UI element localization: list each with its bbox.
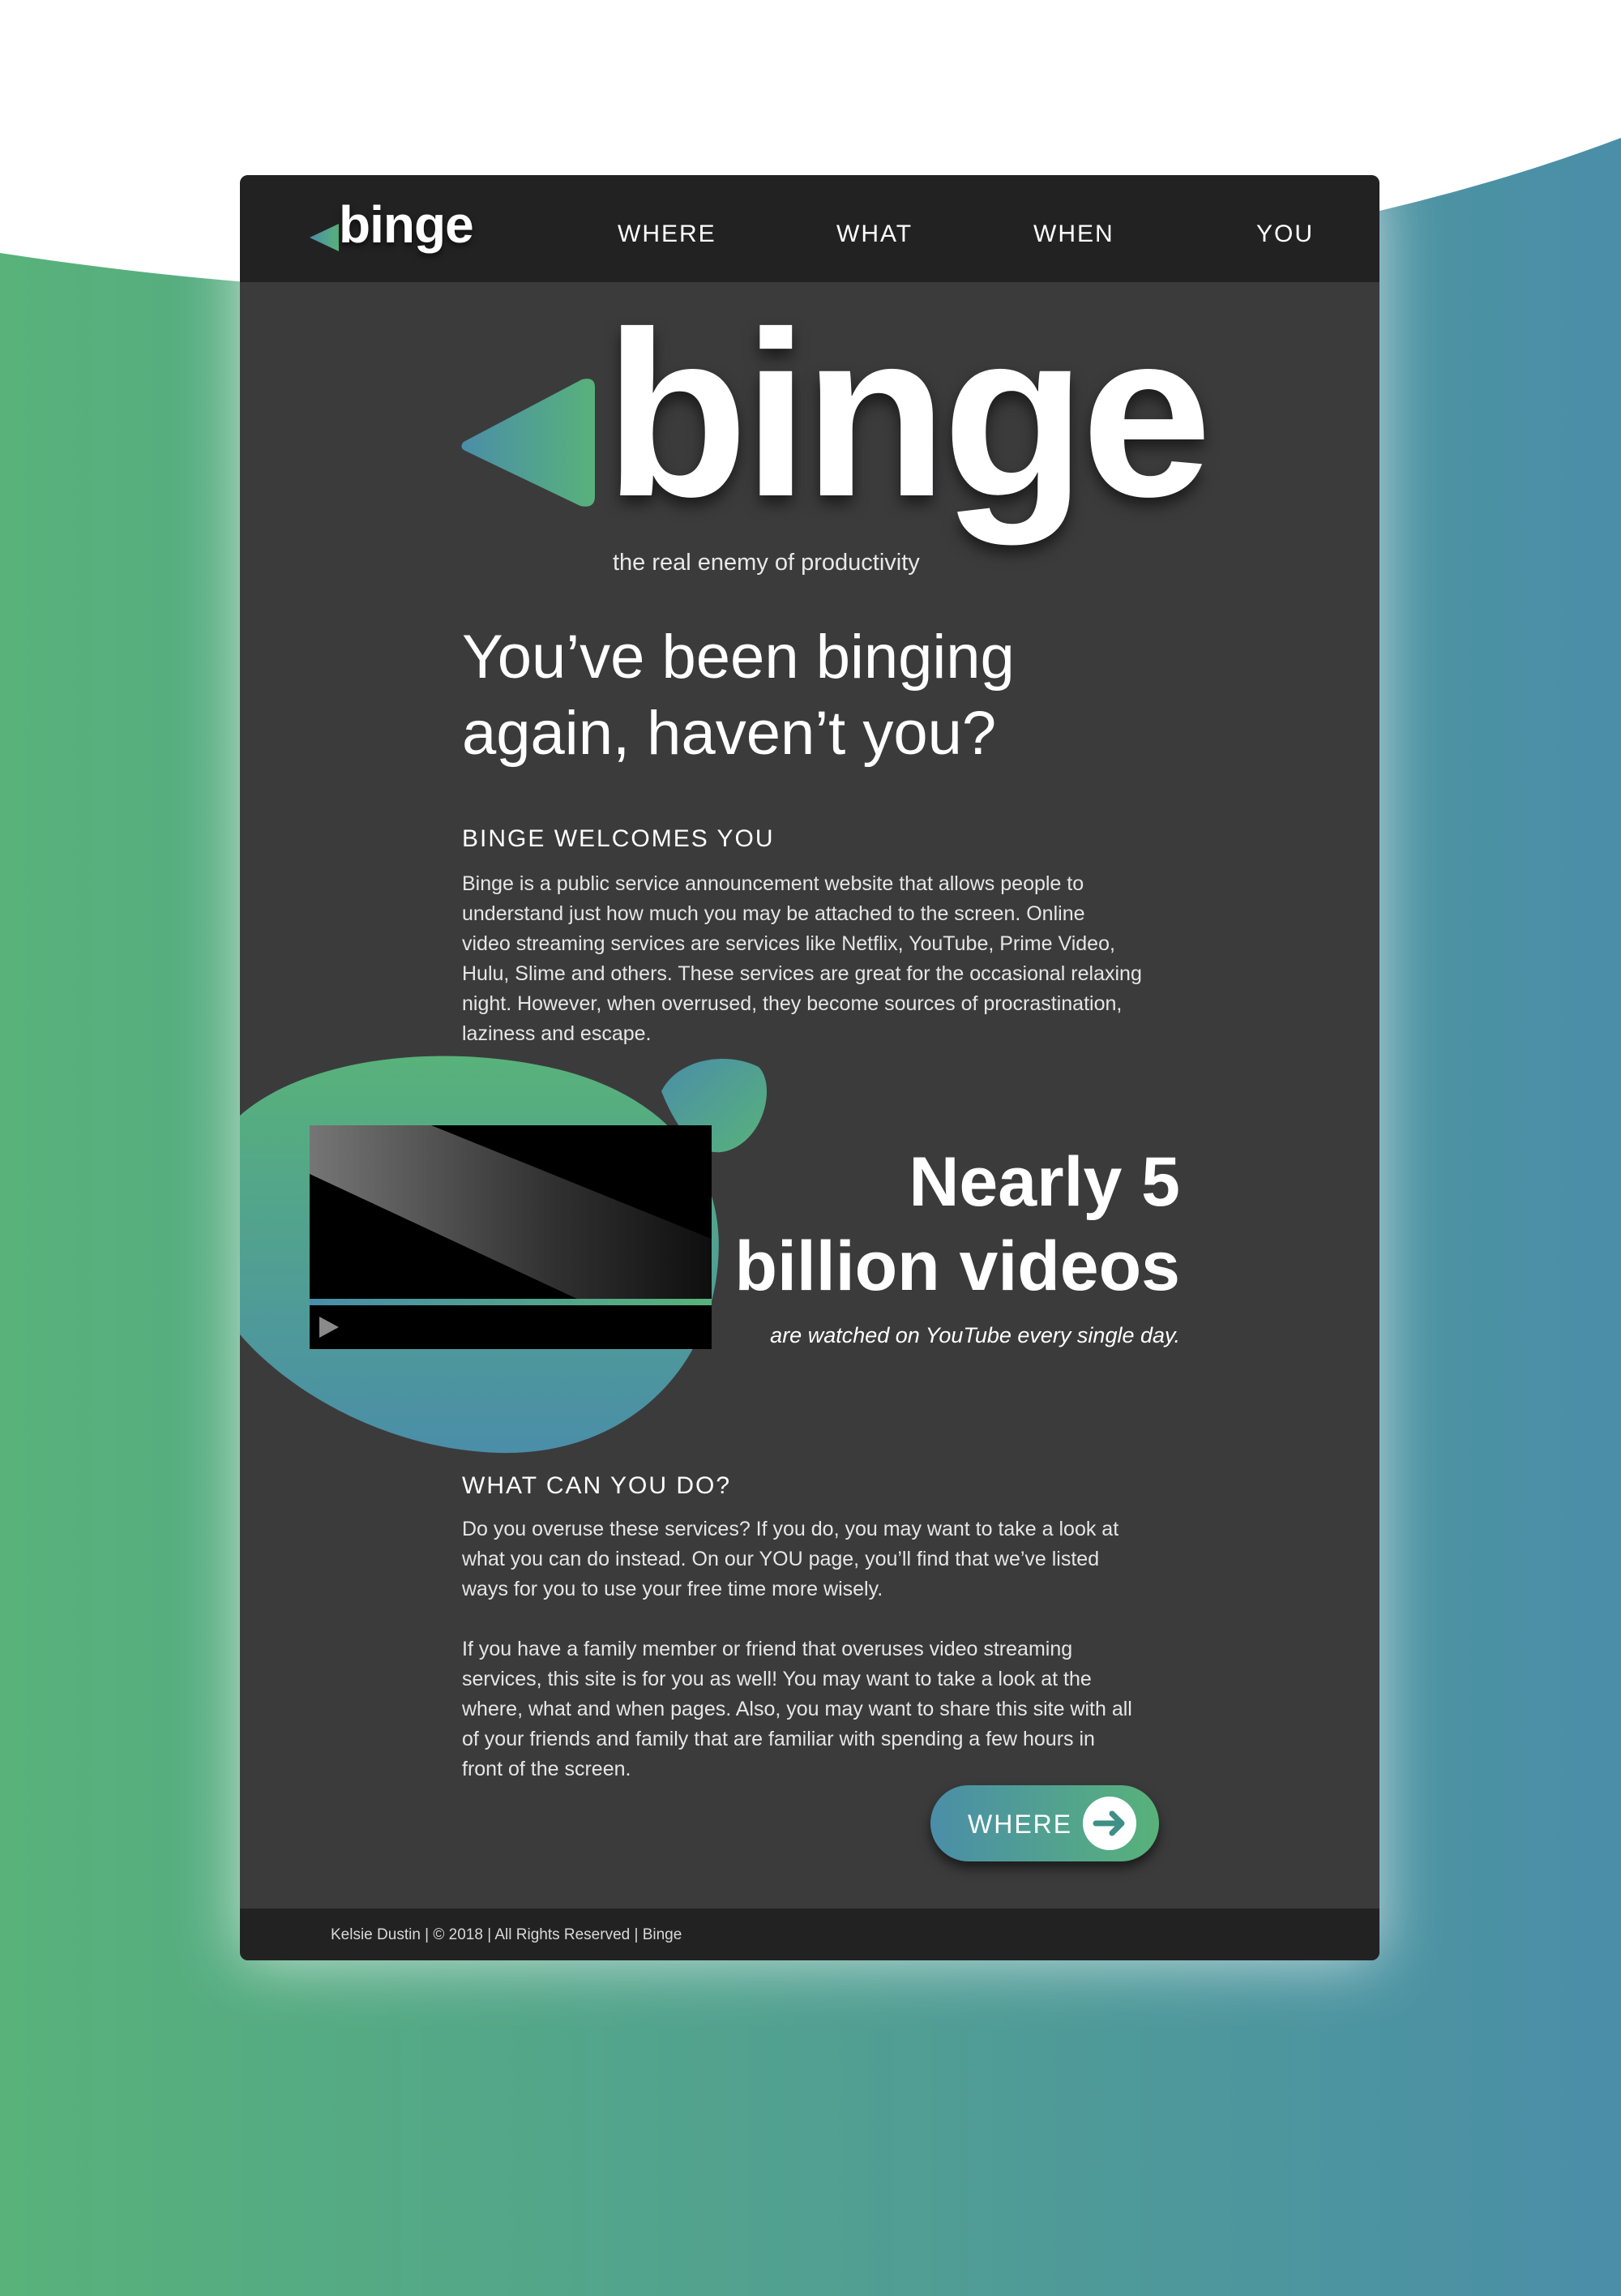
hero-logo: binge the real enemy of productivity	[459, 297, 1212, 597]
paragraph-line: Do you overuse these services? If you do…	[462, 1518, 1119, 1540]
paragraph-line: what you can do instead. On our YOU page…	[462, 1548, 1100, 1570]
what-can-paragraph-2: If you have a family member or friend th…	[462, 1634, 1167, 1784]
welcome-paragraph: Binge is a public service announcement w…	[462, 869, 1167, 1049]
nav-link-you[interactable]: YOU	[1256, 221, 1314, 248]
stat-line-1: Nearly 5	[909, 1143, 1180, 1221]
nav-link-where[interactable]: WHERE	[618, 221, 716, 248]
footer-copyright: Kelsie Dustin | © 2018 | All Rights Rese…	[331, 1926, 682, 1943]
nav-logo-text: binge	[339, 195, 474, 254]
paragraph-line: ways for you to use your free time more …	[462, 1578, 883, 1600]
paragraph-line: front of the screen.	[462, 1758, 631, 1780]
arrow-right-icon	[1083, 1797, 1136, 1850]
headline-line-1: You’ve been binging	[462, 623, 1015, 692]
paragraph-line: video streaming services are services li…	[462, 932, 1115, 955]
hero-tagline: the real enemy of productivity	[613, 550, 920, 576]
paragraph-line: where, what and when pages. Also, you ma…	[462, 1698, 1132, 1720]
paragraph-line: of your friends and family that are fami…	[462, 1728, 1095, 1750]
paragraph-line: services, this site is for you as well! …	[462, 1668, 1092, 1690]
play-icon[interactable]	[318, 1315, 340, 1339]
stat-line-2: billion videos	[734, 1227, 1180, 1305]
hero-logo-text: binge	[605, 283, 1212, 546]
what-can-paragraph-1: Do you overuse these services? If you do…	[462, 1514, 1167, 1604]
stat-caption: are watched on YouTube every single day.	[770, 1323, 1180, 1347]
paragraph-line: Binge is a public service announcement w…	[462, 872, 1084, 895]
headline-line-2: again, haven’t you?	[462, 699, 997, 768]
webpage-mockup: binge WHERE WHAT WHEN YOU binge the real…	[240, 175, 1379, 1960]
page-headline: You’ve been binging again, haven’t you?	[462, 619, 1191, 772]
footer: Kelsie Dustin | © 2018 | All Rights Rese…	[240, 1908, 1379, 1960]
paragraph-line: understand just how much you may be atta…	[462, 902, 1085, 925]
welcome-title: BINGE WELCOMES YOU	[462, 825, 775, 852]
paragraph-line: laziness and escape.	[462, 1022, 652, 1045]
top-nav-bar: binge WHERE WHAT WHEN YOU	[240, 175, 1379, 282]
video-progress-bar[interactable]	[310, 1299, 712, 1305]
video-player[interactable]	[310, 1125, 712, 1349]
paragraph-line: night. However, when overrused, they bec…	[462, 992, 1123, 1015]
video-screen	[310, 1125, 712, 1299]
nav-logo[interactable]: binge	[308, 195, 494, 264]
paragraph-line: Hulu, Slime and others. These services a…	[462, 962, 1142, 985]
play-triangle-icon	[310, 224, 339, 251]
what-can-title: WHAT CAN YOU DO?	[462, 1472, 732, 1499]
nav-link-when[interactable]: WHEN	[1033, 221, 1114, 248]
nav-link-what[interactable]: WHAT	[836, 221, 913, 248]
stat-headline: Nearly 5 billion videos	[694, 1140, 1180, 1309]
where-button[interactable]: WHERE	[930, 1785, 1159, 1861]
paragraph-line: If you have a family member or friend th…	[462, 1638, 1073, 1660]
play-triangle-icon	[461, 379, 595, 507]
where-button-label: WHERE	[968, 1810, 1073, 1839]
